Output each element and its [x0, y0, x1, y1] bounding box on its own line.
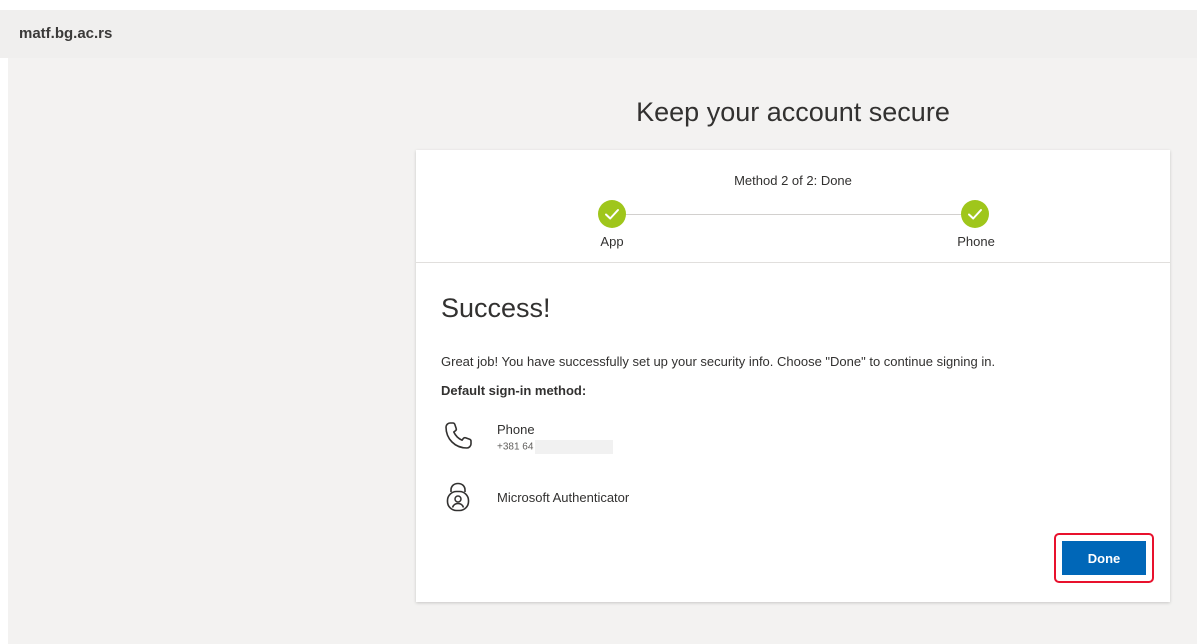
- step-label-phone: Phone: [957, 234, 995, 249]
- checkmark-icon: [605, 209, 619, 220]
- progress-header: Method 2 of 2: Done App Phone: [416, 150, 1170, 263]
- step-label-app: App: [600, 234, 624, 249]
- phone-number-text: +381 64: [497, 441, 534, 453]
- page-title: Keep your account secure: [636, 97, 950, 127]
- step-app-complete-icon: [598, 200, 626, 228]
- header-bar: matf.bg.ac.rs: [0, 10, 1197, 58]
- phone-icon: [445, 422, 472, 449]
- default-method-label: Default sign-in method:: [441, 383, 587, 398]
- method-phone-name: Phone: [497, 422, 535, 437]
- step-connector-line: [621, 214, 966, 215]
- top-strip: [0, 0, 1197, 10]
- checkmark-icon: [968, 209, 982, 220]
- success-message: Great job! You have successfully set up …: [441, 354, 996, 369]
- setup-card: Method 2 of 2: Done App Phone Success! G…: [416, 150, 1170, 602]
- method-status: Method 2 of 2: Done: [734, 173, 852, 188]
- method-phone-number: +381 64: [497, 440, 614, 454]
- success-title: Success!: [441, 293, 551, 323]
- authenticator-lock-icon: [446, 482, 470, 512]
- step-phone-complete-icon: [961, 200, 989, 228]
- done-button[interactable]: Done: [1062, 541, 1146, 575]
- method-authenticator-name: Microsoft Authenticator: [497, 490, 630, 505]
- left-edge: [0, 58, 8, 644]
- org-name: matf.bg.ac.rs: [19, 25, 113, 42]
- redacted-block: [535, 440, 614, 454]
